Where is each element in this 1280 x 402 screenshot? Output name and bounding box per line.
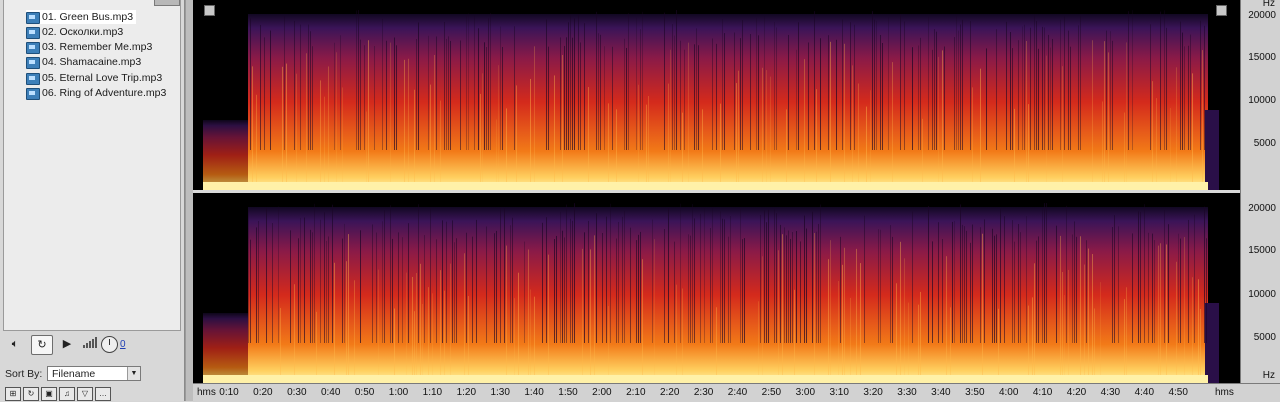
zoom-corner-left-icon[interactable] [204, 5, 215, 16]
audio-file-icon [26, 57, 40, 69]
time-tick-label: 2:10 [626, 387, 646, 398]
spectrogram-image [203, 10, 1219, 190]
time-tick-label: 4:50 [1168, 387, 1188, 398]
time-tick-label: 4:40 [1134, 387, 1155, 398]
loop-button[interactable]: ↻ [31, 335, 53, 355]
file-item-label: 02. Осколки.mp3 [42, 26, 124, 38]
time-tick-label: 3:20 [863, 387, 883, 398]
time-tick-label: 0:50 [354, 387, 375, 398]
sort-selected-value: Filename [52, 368, 96, 380]
file-item-2[interactable]: 02. Осколки.mp3 [26, 25, 126, 39]
file-item-1[interactable]: 01. Green Bus.mp3 [26, 10, 137, 24]
freq-tick: 20000 [1248, 10, 1276, 21]
refresh-icon[interactable]: ↻ [23, 387, 39, 401]
time-tick-label: 1:30 [490, 387, 510, 398]
file-browser-panel: 01. Green Bus.mp3 02. Осколки.mp3 03. Re… [0, 0, 185, 401]
time-tick-label: 1:50 [558, 387, 578, 398]
file-item-5[interactable]: 05. Eternal Love Trip.mp3 [26, 71, 165, 85]
panel-scroll-handle[interactable] [154, 0, 180, 6]
audio-file-icon [26, 42, 40, 54]
time-tick-label: 4:10 [1032, 387, 1053, 398]
freq-tick: 10000 [1248, 289, 1276, 300]
file-item-label: 05. Eternal Love Trip.mp3 [42, 72, 163, 84]
audio-file-icon [26, 12, 40, 24]
freq-tick: 5000 [1253, 138, 1276, 149]
channel-divider [193, 190, 1240, 193]
time-tick-label: 4:30 [1100, 387, 1121, 398]
freq-tick: 20000 [1248, 203, 1276, 214]
freq-tick: 15000 [1248, 245, 1276, 256]
zoom-corner-right-icon[interactable] [1216, 5, 1227, 16]
spectrogram-channel-left[interactable] [193, 0, 1240, 190]
time-tick-label: 4:00 [998, 387, 1019, 398]
freq-tick: 5000 [1253, 332, 1276, 343]
file-item-label: 01. Green Bus.mp3 [42, 11, 134, 23]
file-list[interactable]: 01. Green Bus.mp3 02. Осколки.mp3 03. Re… [3, 0, 181, 331]
time-unit-left: hms [197, 387, 216, 398]
time-tick-label: 1:20 [456, 387, 477, 398]
file-item-label: 06. Ring of Adventure.mp3 [42, 87, 167, 99]
time-tick-label: 3:40 [931, 387, 951, 398]
freq-unit-top: Hz [1262, 0, 1275, 9]
time-tick-label: 0:40 [320, 387, 341, 398]
transport-bar: 🔈︎ ↻ ▶ 0 [5, 335, 181, 355]
time-tick-label: 0:20 [253, 387, 273, 398]
play-button[interactable]: ▶ [57, 335, 77, 353]
file-item-4[interactable]: 04. Shamacaine.mp3 [26, 55, 144, 69]
time-tick-label: 2:40 [727, 387, 748, 398]
time-tick-label: 1:00 [388, 387, 409, 398]
audio-file-icon [26, 88, 40, 100]
file-item-6[interactable]: 06. Ring of Adventure.mp3 [26, 86, 169, 100]
time-tick-label: 3:10 [829, 387, 849, 398]
volume-knob[interactable] [101, 336, 118, 353]
time-tick-label: 3:30 [897, 387, 917, 398]
time-tick-label: 1:40 [524, 387, 544, 398]
file-item-label: 03. Remember Me.mp3 [42, 41, 153, 53]
sort-label: Sort By: [5, 368, 43, 380]
time-tick-label: 3:50 [965, 387, 985, 398]
freq-unit-bottom: Hz [1262, 370, 1275, 381]
time-tick-label: 4:20 [1066, 387, 1087, 398]
spectrogram-image [203, 203, 1219, 383]
audio-file-icon [26, 27, 40, 39]
chevron-down-icon[interactable]: ▼ [127, 367, 140, 380]
time-tick-label: 3:00 [795, 387, 816, 398]
file-item-label: 04. Shamacaine.mp3 [42, 56, 142, 68]
ruler-corner [1240, 383, 1280, 402]
spectrogram-channel-right[interactable] [193, 193, 1240, 383]
grid-view-icon[interactable]: ⊞ [5, 387, 21, 401]
time-tick-label: 0:10 [219, 387, 239, 398]
film-icon[interactable]: ▣ [41, 387, 57, 401]
time-unit-right: hms [1215, 387, 1234, 398]
audio-file-icon [26, 73, 40, 85]
sort-dropdown[interactable]: Filename ▼ [47, 366, 141, 381]
freq-tick: 15000 [1248, 52, 1276, 63]
time-tick-label: 2:50 [761, 387, 782, 398]
time-tick-label: 0:30 [287, 387, 307, 398]
time-tick-label: 2:20 [659, 387, 680, 398]
time-ruler[interactable]: hms 0:10 0:20 0:30 0:40 0:50 1:00 1:10 1:20 1:30… [193, 383, 1240, 402]
freq-tick: 10000 [1248, 95, 1276, 106]
time-tick-label: 2:00 [592, 387, 612, 398]
volume-value[interactable]: 0 [120, 339, 126, 350]
filter-icon[interactable]: ▽ [77, 387, 93, 401]
file-item-3[interactable]: 03. Remember Me.mp3 [26, 40, 155, 54]
time-tick-label: 1:10 [422, 387, 443, 398]
level-meter-icon [81, 335, 99, 353]
speaker-icon[interactable]: 🔈︎ [5, 335, 25, 353]
options-icon[interactable]: … [95, 387, 111, 401]
time-tick-label: 2:30 [693, 387, 714, 398]
music-note-icon[interactable]: ♫ [59, 387, 75, 401]
frequency-scale: Hz 20000 15000 10000 5000 20000 15000 10… [1240, 0, 1280, 383]
